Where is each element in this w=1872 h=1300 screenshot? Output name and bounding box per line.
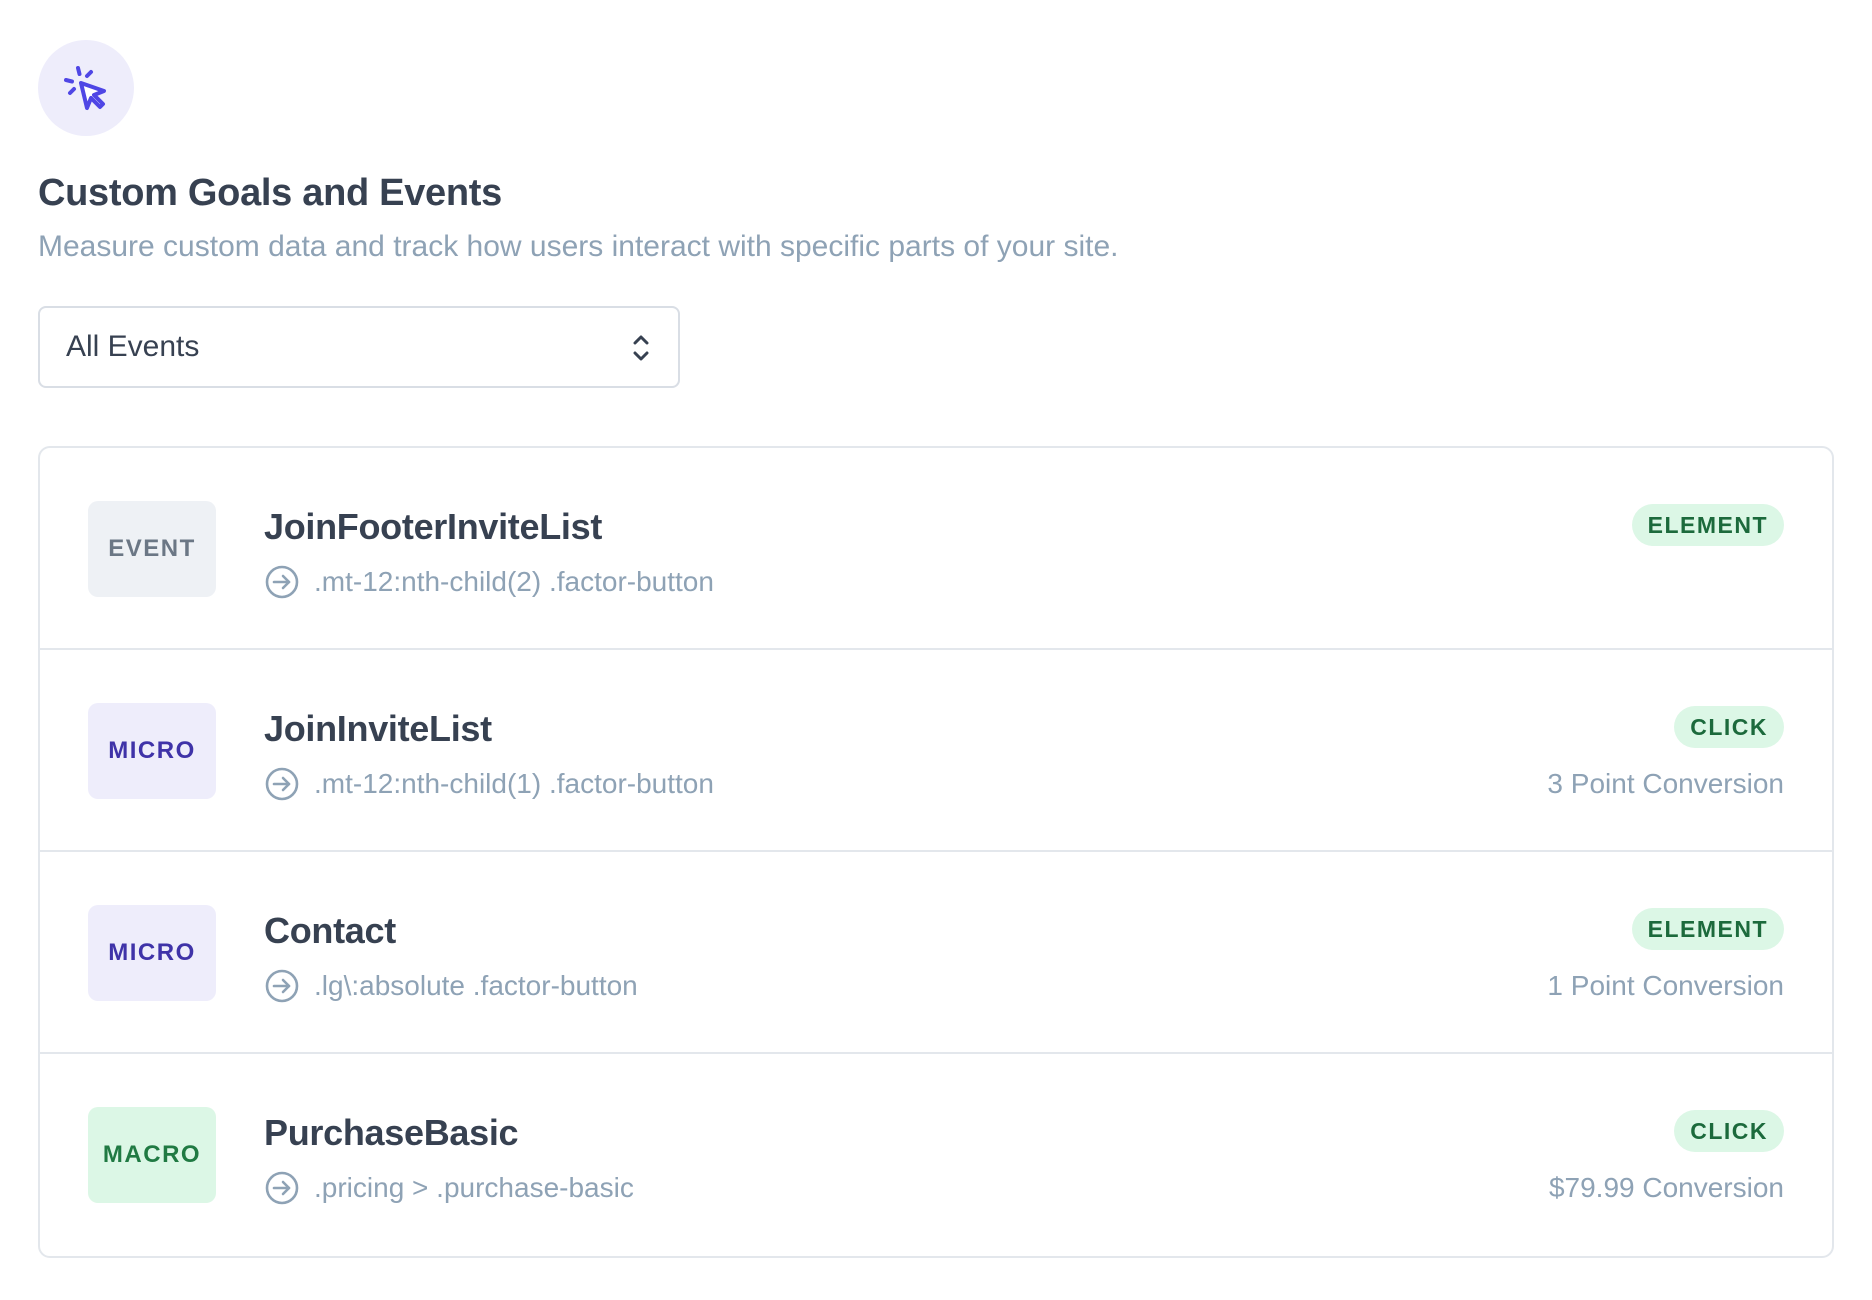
conversion-value: 1 Point Conversion	[1547, 970, 1784, 1001]
event-selector-text: .pricing > .purchase-basic	[314, 1172, 634, 1203]
goal-type-badge: MACRO	[88, 1107, 216, 1203]
events-list: EVENT JoinFooterInviteList .mt-12:nth-ch…	[38, 446, 1834, 1258]
event-selector: .pricing > .purchase-basic	[264, 1170, 634, 1206]
conversion-value: $79.99 Conversion	[1548, 1172, 1784, 1203]
arrow-circle-right-icon	[265, 767, 299, 801]
event-selector-text: .lg\:absolute .factor-button	[314, 970, 638, 1001]
event-name: Contact	[264, 910, 396, 951]
conversion-value: 3 Point Conversion	[1547, 768, 1784, 799]
arrow-circle-right-icon	[265, 1171, 299, 1205]
chevron-up-down-icon	[633, 335, 649, 361]
event-selector-text: .mt-12:nth-child(1) .factor-button	[314, 768, 714, 799]
event-kind-badge: ELEMENT	[1631, 504, 1784, 546]
page-subtitle: Measure custom data and track how users …	[38, 230, 1119, 263]
event-kind-badge: CLICK	[1674, 1110, 1784, 1152]
goal-type-badge: EVENT	[88, 501, 216, 597]
list-item[interactable]: MACRO PurchaseBasic .pricing > .purchase…	[40, 1054, 1832, 1256]
page-title: Custom Goals and Events	[38, 172, 502, 214]
event-kind-badge: CLICK	[1674, 706, 1784, 748]
event-name: JoinInviteList	[264, 708, 492, 749]
goal-type-badge: MICRO	[88, 905, 216, 1001]
list-item[interactable]: MICRO Contact .lg\:absolute .factor-butt…	[40, 852, 1832, 1054]
cursor-click-icon	[38, 40, 134, 136]
arrow-circle-right-icon	[265, 969, 299, 1003]
event-filter-value: All Events	[66, 330, 200, 363]
list-item[interactable]: EVENT JoinFooterInviteList .mt-12:nth-ch…	[40, 448, 1832, 650]
event-name: PurchaseBasic	[264, 1112, 519, 1153]
arrow-circle-right-icon	[265, 565, 299, 599]
event-selector: .mt-12:nth-child(2) .factor-button	[264, 564, 714, 600]
event-name: JoinFooterInviteList	[264, 506, 603, 547]
event-selector: .lg\:absolute .factor-button	[264, 968, 638, 1004]
event-selector-text: .mt-12:nth-child(2) .factor-button	[314, 566, 714, 597]
goal-type-badge: MICRO	[88, 703, 216, 799]
event-kind-badge: ELEMENT	[1631, 908, 1784, 950]
event-filter-select[interactable]: All Events	[38, 306, 680, 388]
list-item[interactable]: MICRO JoinInviteList .mt-12:nth-child(1)…	[40, 650, 1832, 852]
event-selector: .mt-12:nth-child(1) .factor-button	[264, 766, 714, 802]
custom-goals-page: Custom Goals and Events Measure custom d…	[0, 0, 1872, 1300]
